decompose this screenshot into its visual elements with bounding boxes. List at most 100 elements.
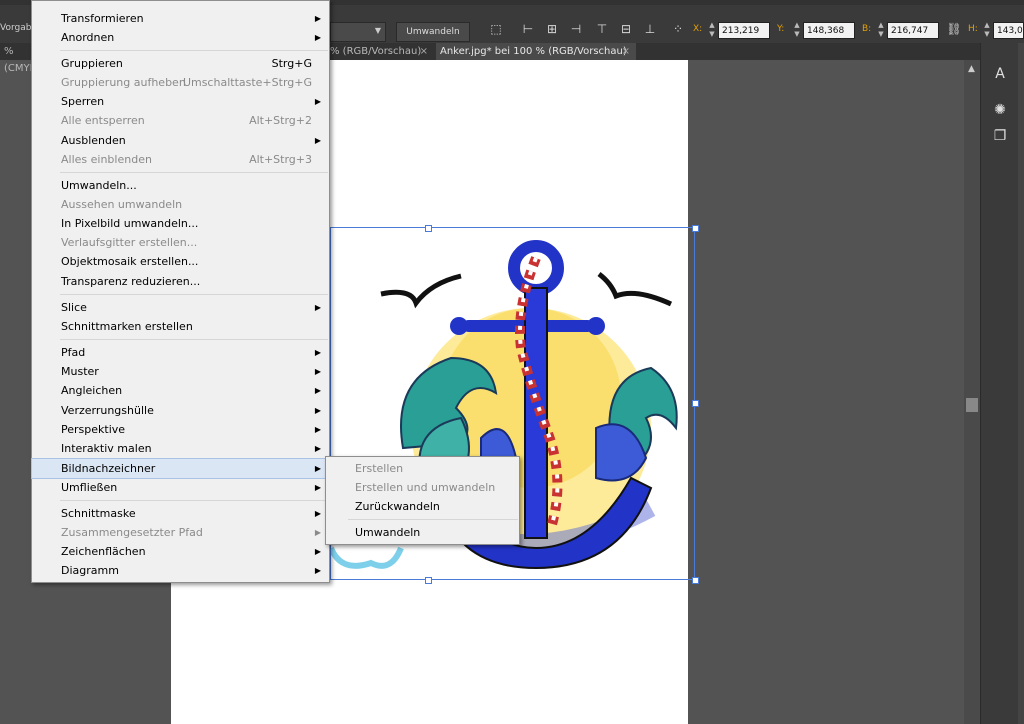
menu-item-umwandeln[interactable]: Umwandeln...: [32, 176, 329, 195]
chevron-right-icon: ▶: [314, 444, 321, 453]
menu-item-sperren[interactable]: Sperren ▶: [32, 92, 329, 111]
handle-right[interactable]: [692, 400, 699, 407]
submenu-item-umwandeln[interactable]: Umwandeln: [326, 523, 519, 542]
height-field[interactable]: 143,0: [993, 22, 1024, 39]
menu-item-verzerrungshuelle[interactable]: Verzerrungshülle ▶: [32, 401, 329, 420]
chevron-down-icon: ▼: [374, 26, 381, 35]
panel-strip: [1018, 43, 1024, 724]
menu-item-verlaufsgitter[interactable]: Verlaufsgitter erstellen...: [32, 233, 329, 252]
chevron-right-icon: ▶: [314, 367, 321, 376]
handle-top-right[interactable]: [692, 225, 699, 232]
submenu-item-zurueckwandeln[interactable]: Zurückwandeln: [326, 497, 519, 516]
convert-button[interactable]: Umwandeln: [396, 22, 470, 42]
width-spinner[interactable]: ▲ ▼: [876, 21, 886, 39]
x-spinner[interactable]: ▲ ▼: [707, 21, 717, 39]
align-center-icon[interactable]: ⊞: [544, 21, 560, 37]
menu-separator: [60, 172, 328, 173]
y-field[interactable]: 148,368 mm: [803, 22, 855, 53]
y-label: Y:: [777, 24, 785, 34]
menu-item-interaktiv-malen[interactable]: Interaktiv malen ▶: [32, 439, 329, 458]
height-spinner[interactable]: ▲ ▼: [982, 21, 992, 39]
y-spinner[interactable]: ▲ ▼: [792, 21, 802, 39]
width-field[interactable]: 216,747 mm: [887, 22, 939, 53]
chevron-right-icon: ▶: [314, 303, 321, 312]
handle-bottom[interactable]: [425, 577, 432, 584]
menu-item-perspektive[interactable]: Perspektive ▶: [32, 420, 329, 439]
chevron-right-icon: ▶: [314, 348, 321, 357]
submenu-item-erstellen-und-umwandeln[interactable]: Erstellen und umwandeln: [326, 478, 519, 497]
chevron-right-icon: ▶: [314, 406, 321, 415]
sun-icon[interactable]: ✺: [991, 101, 1009, 119]
chevron-right-icon: ▶: [314, 483, 321, 492]
layers-icon[interactable]: ❐: [991, 127, 1009, 145]
chevron-right-icon: ▶: [314, 566, 321, 575]
tab-anker[interactable]: Anker.jpg* bei 100 % (RGB/Vorschau) ×: [436, 43, 636, 60]
preset-dropdown[interactable]: ▼: [330, 22, 386, 42]
menu-item-slice[interactable]: Slice ▶: [32, 298, 329, 317]
chevron-right-icon: ▶: [314, 547, 321, 556]
align-left-icon[interactable]: ⊢: [520, 21, 536, 37]
object-menu: Transformieren ▶ Anordnen ▶ Gruppieren Strg…: [31, 0, 330, 583]
reference-point-icon[interactable]: ⁘: [670, 21, 686, 37]
submenu-item-erstellen[interactable]: Erstellen: [326, 459, 519, 478]
menu-item-pfad[interactable]: Pfad ▶: [32, 343, 329, 362]
x-field[interactable]: 213,219 mm: [718, 22, 770, 53]
align-bottom-icon[interactable]: ⊥: [642, 21, 658, 37]
handle-bottom-right[interactable]: [692, 577, 699, 584]
menu-separator: [60, 500, 328, 501]
scroll-up-icon[interactable]: ▲: [968, 64, 975, 74]
menu-item-ausblenden[interactable]: Ausblenden ▶: [32, 131, 329, 150]
menu-item-angleichen[interactable]: Angleichen ▶: [32, 381, 329, 400]
menu-item-schnittmarken[interactable]: Schnittmarken erstellen: [32, 317, 329, 336]
chevron-right-icon: ▶: [314, 14, 321, 23]
menu-item-gruppierung-aufheben[interactable]: Gruppierung aufheben Umschalttaste+Strg+G: [32, 73, 329, 92]
height-label: H:: [968, 24, 978, 34]
menu-item-alles-einblenden[interactable]: Alles einblenden Alt+Strg+3: [32, 150, 329, 169]
menu-item-umfliessen[interactable]: Umfließen ▶: [32, 478, 329, 497]
menu-separator: [348, 519, 518, 520]
scroll-thumb[interactable]: [966, 398, 978, 412]
menu-item-transparenz[interactable]: Transparenz reduzieren...: [32, 272, 329, 291]
close-icon[interactable]: ×: [420, 43, 428, 60]
menu-item-aussehen-umwandeln[interactable]: Aussehen umwandeln: [32, 195, 329, 214]
chevron-right-icon: ▶: [314, 97, 321, 106]
menu-item-muster[interactable]: Muster ▶: [32, 362, 329, 381]
tab-cmyk[interactable]: % (CMYK: [0, 43, 36, 74]
menu-separator: [60, 294, 328, 295]
chevron-right-icon: ▶: [314, 528, 321, 537]
selection-icon[interactable]: ⬚: [488, 21, 504, 37]
type-icon[interactable]: A: [991, 65, 1009, 83]
x-label: X:: [693, 24, 703, 34]
menu-item-in-pixelbild[interactable]: In Pixelbild umwandeln...: [32, 214, 329, 233]
menu-item-objektmosaik[interactable]: Objektmosaik erstellen...: [32, 252, 329, 271]
tab-label: Anker.jpg* bei 100 % (RGB/Vorschau): [440, 46, 627, 57]
align-middle-icon[interactable]: ⊟: [618, 21, 634, 37]
chevron-right-icon: ▶: [314, 425, 321, 434]
chevron-right-icon: ▶: [314, 136, 321, 145]
align-right-icon[interactable]: ⊣: [568, 21, 584, 37]
menu-item-zeichenflaechen[interactable]: Zeichenflächen ▶: [32, 542, 329, 561]
vertical-scrollbar[interactable]: ▲: [964, 60, 980, 724]
align-top-icon[interactable]: ⊤: [594, 21, 610, 37]
menu-item-alle-entsperren[interactable]: Alle entsperren Alt+Strg+2: [32, 111, 329, 130]
menu-item-zusammengesetzter-pfad[interactable]: Zusammengesetzter Pfad ▶: [32, 523, 329, 542]
menu-item-gruppieren[interactable]: Gruppieren Strg+G: [32, 54, 329, 73]
chevron-right-icon: ▶: [314, 464, 321, 473]
menu-separator: [60, 50, 328, 51]
link-icon[interactable]: ⛓: [946, 21, 962, 37]
menu-separator: [60, 339, 328, 340]
chevron-right-icon: ▶: [314, 33, 321, 42]
tab-label: % (RGB/Vorschau): [330, 46, 422, 57]
menu-item-anordnen[interactable]: Anordnen ▶: [32, 28, 329, 47]
trace-submenu: Erstellen Erstellen und umwandeln Zurück…: [325, 456, 520, 545]
close-icon[interactable]: ×: [622, 43, 630, 60]
tab-rgb[interactable]: % (RGB/Vorschau) ×: [326, 43, 434, 60]
menu-item-diagramm[interactable]: Diagramm ▶: [32, 561, 329, 580]
panel-dock: A ✺ ❐: [980, 43, 1019, 724]
chevron-right-icon: ▶: [314, 386, 321, 395]
menu-item-schnittmaske[interactable]: Schnittmaske ▶: [32, 504, 329, 523]
menu-item-transformieren[interactable]: Transformieren ▶: [32, 9, 329, 28]
chevron-right-icon: ▶: [314, 509, 321, 518]
handle-top[interactable]: [425, 225, 432, 232]
menu-item-bildnachzeichner[interactable]: Bildnachzeichner ▶: [31, 458, 330, 479]
